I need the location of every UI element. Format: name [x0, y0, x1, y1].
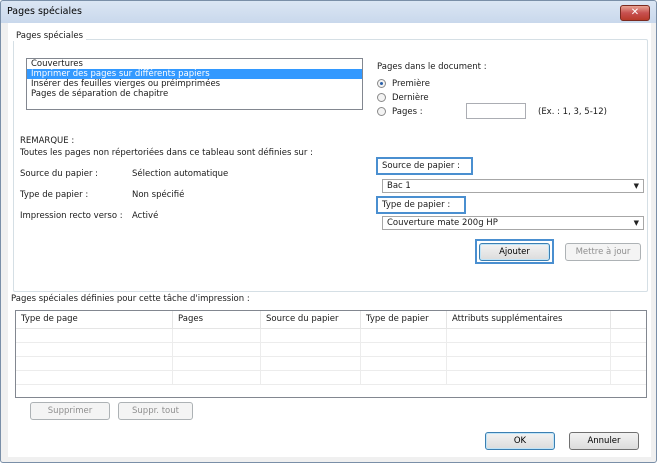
list-item-different-papers[interactable]: Imprimer des pages sur différents papier…: [27, 69, 362, 79]
paper-source-value: Bac 1: [387, 181, 411, 191]
radio-first[interactable]: [377, 79, 386, 88]
delete-all-button[interactable]: Suppr. tout: [118, 402, 193, 420]
table-header: Type de page Pages Source du papier Type…: [16, 311, 646, 329]
remark-type-label: Type de papier :: [20, 190, 89, 200]
ok-button[interactable]: OK: [485, 432, 555, 450]
window-title: Pages spéciales: [7, 6, 82, 17]
table-cell: [361, 329, 447, 342]
table-cell: [361, 371, 447, 384]
list-item-chapter-separators[interactable]: Pages de séparation de chapitre: [27, 89, 362, 99]
table-cell: [361, 343, 447, 356]
paper-type-label: Type de papier :: [382, 200, 451, 210]
table-cell: [16, 357, 173, 370]
table-row: [16, 371, 646, 385]
table-cell: [261, 357, 361, 370]
special-pages-table[interactable]: Type de page Pages Source du papier Type…: [15, 310, 647, 398]
column-header-attributes[interactable]: Attributs supplémentaires: [447, 311, 611, 328]
pages-example-hint: (Ex. : 1, 3, 5-12): [538, 107, 607, 117]
delete-button[interactable]: Supprimer: [30, 402, 110, 420]
table-cell: [173, 371, 261, 384]
table-cell: [261, 343, 361, 356]
table-cell: [447, 371, 611, 384]
chevron-down-icon: ▼: [633, 182, 639, 190]
remark-type-value: Non spécifié: [132, 190, 185, 200]
table-cell: [261, 371, 361, 384]
page-type-list[interactable]: Couvertures Imprimer des pages sur diffé…: [26, 58, 363, 110]
dialog-content: Pages spéciales Couvertures Imprimer des…: [8, 23, 651, 457]
pages-input[interactable]: [466, 103, 526, 119]
title-bar: Pages spéciales ✕: [1, 1, 656, 23]
radio-first-label: Première: [392, 79, 430, 89]
table-cell: [16, 343, 173, 356]
table-row: [16, 343, 646, 357]
table-cell: [261, 329, 361, 342]
paper-source-select[interactable]: Bac 1 ▼: [382, 179, 644, 193]
table-cell: [16, 371, 173, 384]
column-header-pages[interactable]: Pages: [173, 311, 261, 328]
radio-pages[interactable]: [377, 107, 386, 116]
table-cell: [447, 329, 611, 342]
dialog-window: Pages spéciales ✕ Pages spéciales Couver…: [0, 0, 657, 463]
close-icon: ✕: [630, 7, 640, 18]
table-caption: Pages spéciales définies pour cette tâch…: [11, 294, 250, 304]
list-item-covers[interactable]: Couvertures: [27, 59, 362, 69]
table-cell: [173, 357, 261, 370]
remark-title: REMARQUE :: [20, 136, 75, 146]
table-cell: [361, 357, 447, 370]
column-header-paper-source[interactable]: Source du papier: [261, 311, 361, 328]
table-cell: [173, 343, 261, 356]
close-button[interactable]: ✕: [620, 5, 650, 21]
radio-last[interactable]: [377, 93, 386, 102]
remark-text: Toutes les pages non répertoriées dans c…: [20, 148, 313, 158]
radio-last-label: Dernière: [392, 93, 429, 103]
table-cell: [16, 329, 173, 342]
list-item-blank-sheets[interactable]: Insérer des feuilles vierges ou préimpri…: [27, 79, 362, 89]
remark-source-label: Source du papier :: [20, 169, 99, 179]
chevron-down-icon: ▼: [633, 219, 639, 227]
update-button[interactable]: Mettre à jour: [565, 243, 641, 261]
table-cell: [447, 357, 611, 370]
table-cell: [447, 343, 611, 356]
radio-pages-label: Pages :: [392, 107, 423, 117]
table-cell: [173, 329, 261, 342]
remark-duplex-value: Activé: [132, 211, 159, 221]
column-header-page-type[interactable]: Type de page: [16, 311, 173, 328]
paper-type-value: Couverture mate 200g HP: [387, 218, 498, 228]
column-header-paper-type[interactable]: Type de papier: [361, 311, 447, 328]
remark-duplex-label: Impression recto verso :: [20, 211, 123, 221]
cancel-button[interactable]: Annuler: [569, 432, 639, 450]
table-row: [16, 329, 646, 343]
pages-in-document-label: Pages dans le document :: [377, 62, 487, 72]
table-row: [16, 357, 646, 371]
paper-type-select[interactable]: Couverture mate 200g HP ▼: [382, 216, 644, 230]
add-button[interactable]: Ajouter: [479, 243, 550, 261]
group-title: Pages spéciales: [13, 31, 87, 41]
paper-source-label: Source de papier :: [382, 161, 460, 171]
remark-source-value: Sélection automatique: [132, 169, 229, 179]
